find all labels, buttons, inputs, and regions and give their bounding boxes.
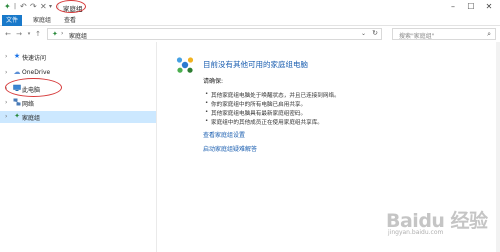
list-item-text: 其他家庭组电脑具有最新家庭组密码。 [211, 111, 307, 117]
scrollbar[interactable] [496, 42, 500, 252]
sidebar-item-label: 快速访问 [22, 55, 47, 62]
sidebar-item-label: 网络 [22, 101, 35, 108]
chevron-right-icon[interactable]: › [61, 30, 63, 37]
chevron-right-icon[interactable]: › [5, 113, 7, 120]
list-item: • 其他家庭组电脑具有最新家庭组密码。 [205, 109, 307, 117]
list-item: • 家庭组中的其他成员正在使用家庭组共享库。 [205, 118, 323, 126]
intro-text: 请确保: [203, 78, 224, 85]
chevron-right-icon[interactable]: › [5, 69, 7, 76]
address-row: ← → ▾ ↑ ✦ › 家庭组 ⌄ ↻ 搜索"家庭组" ⌕ [0, 27, 500, 41]
redo-icon[interactable]: ↷ [30, 2, 37, 12]
chevron-down-icon[interactable]: ⌄ [361, 30, 366, 37]
tab-file[interactable]: 文件 [2, 15, 22, 26]
list-item-text: 其他家庭组电脑处于唤醒状态，并且已连接到网络。 [211, 93, 340, 99]
cloud-icon: ☁ [13, 68, 21, 76]
search-placeholder: 搜索"家庭组" [399, 33, 435, 40]
sidebar-item-quick-access[interactable]: › ★ 快速访问 [0, 51, 156, 63]
chevron-right-icon[interactable]: › [5, 99, 7, 106]
chevron-right-icon[interactable]: › [5, 53, 7, 60]
maximize-icon[interactable]: ☐ [462, 1, 480, 13]
view-homegroup-settings-link[interactable]: 查看家庭组设置 [203, 130, 245, 139]
up-icon[interactable]: ↑ [33, 28, 43, 40]
sidebar-item-label: 此电脑 [22, 87, 41, 94]
page-title: 目前没有其他可用的家庭组电脑 [203, 60, 308, 69]
separator: | [14, 3, 17, 10]
close-icon[interactable]: ✕ [480, 1, 498, 13]
bullet-dot: • [205, 100, 209, 106]
star-icon: ★ [13, 52, 21, 60]
back-icon[interactable]: ← [3, 28, 13, 40]
list-item-text: 你的家庭组中的所有电脑已启用共享。 [211, 102, 307, 108]
navigation-pane: › ★ 快速访问 › ☁ OneDrive › 此电脑 › 网络 › ✦ 家庭组 [0, 42, 157, 252]
sidebar-item-homegroup[interactable]: › ✦ 家庭组 [0, 111, 156, 123]
bullet-dot: • [205, 109, 209, 115]
homegroup-icon: ✦ [52, 30, 58, 38]
homegroup-logo-icon [176, 57, 194, 73]
homegroup-troubleshooter-link[interactable]: 启动家庭组疑难解答 [203, 144, 257, 153]
close-x-icon[interactable]: ✕ [40, 2, 47, 12]
customize-dropdown-icon[interactable]: ▾ [49, 2, 52, 12]
bullet-dot: • [205, 91, 209, 97]
network-icon [13, 98, 21, 107]
undo-icon[interactable]: ↶ [20, 2, 27, 12]
search-input[interactable]: 搜索"家庭组" ⌕ [392, 28, 496, 40]
forward-icon[interactable]: → [14, 28, 24, 40]
bullet-dot: • [205, 118, 209, 124]
list-item-text: 家庭组中的其他成员正在使用家庭组共享库。 [211, 120, 323, 126]
list-item: • 其他家庭组电脑处于唤醒状态，并且已连接到网络。 [205, 91, 340, 99]
search-icon[interactable]: ⌕ [487, 30, 491, 39]
watermark: Baidu 经验 jingyan.baidu.com [384, 206, 492, 246]
sidebar-item-this-pc[interactable]: › 此电脑 [0, 83, 156, 95]
sidebar-item-onedrive[interactable]: › ☁ OneDrive [0, 67, 156, 79]
computer-icon [13, 84, 21, 93]
refresh-icon[interactable]: ↻ [372, 29, 378, 37]
list-item: • 你的家庭组中的所有电脑已启用共享。 [205, 100, 307, 108]
chevron-right-icon[interactable]: › [5, 85, 7, 92]
tab-homegroup[interactable]: 家庭组 [29, 15, 55, 26]
breadcrumb[interactable]: 家庭组 [69, 31, 87, 40]
sidebar-item-network[interactable]: › 网络 [0, 97, 156, 109]
sidebar-item-label: 家庭组 [22, 115, 41, 122]
window-title: 家庭组 [63, 5, 83, 13]
title-separator: | [57, 3, 60, 10]
address-bar[interactable]: ✦ › 家庭组 ⌄ ↻ [47, 28, 382, 40]
title-bar: ✦ | ↶ ↷ ✕ ▾ | 家庭组 – ☐ ✕ [0, 0, 500, 15]
tab-view[interactable]: 查看 [60, 15, 80, 26]
watermark-url: jingyan.baidu.com [388, 229, 444, 236]
ribbon-tabs: 文件 家庭组 查看 [0, 15, 500, 26]
homegroup-icon: ✦ [14, 112, 20, 120]
minimize-icon[interactable]: – [444, 1, 462, 13]
homegroup-small-icon: ✦ [4, 2, 11, 11]
sidebar-item-label: OneDrive [22, 69, 51, 76]
